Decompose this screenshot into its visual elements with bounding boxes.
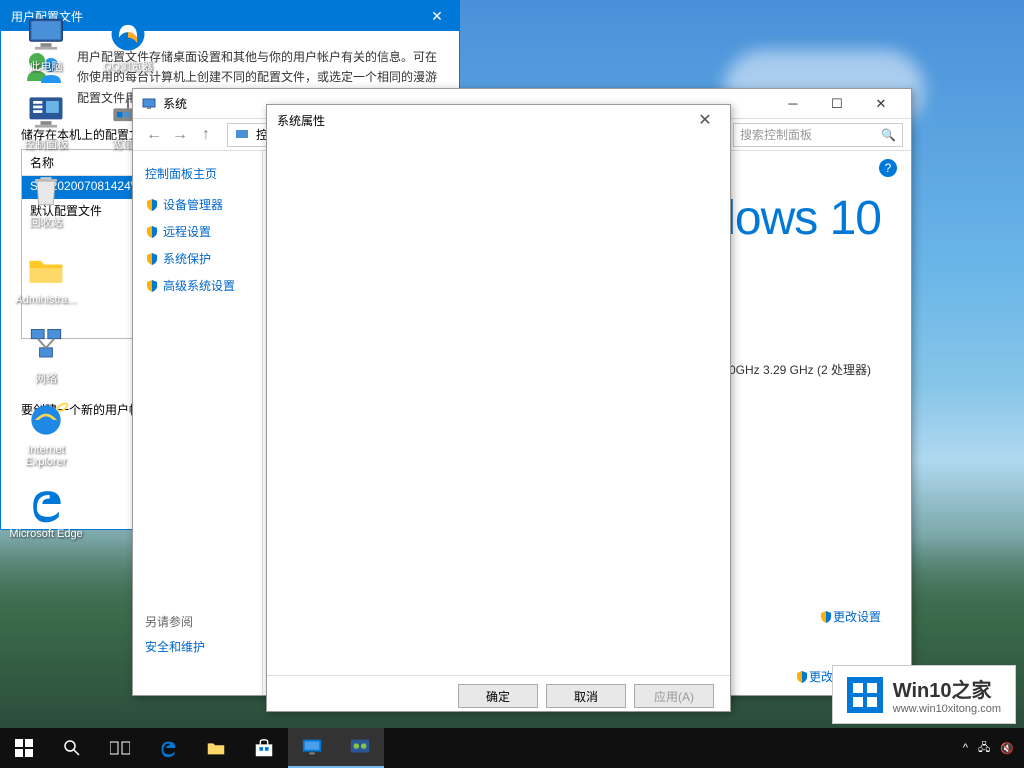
tray-volume-icon[interactable]: 🔇 <box>1000 742 1014 755</box>
desktop-icons-col1: 此电脑 控制面板 回收站 Administra... 网络 Internet E… <box>8 8 84 546</box>
desktop-label: 网络 <box>35 370 57 386</box>
watermark-logo-icon <box>847 677 883 713</box>
props-titlebar[interactable]: 系统属性 ✕ <box>267 105 730 135</box>
task-view-button[interactable] <box>96 728 144 768</box>
shield-icon <box>145 225 159 239</box>
system-tray[interactable]: ^ 🖧 🔇 <box>953 739 1024 758</box>
taskbar[interactable]: ^ 🖧 🔇 <box>0 728 1024 768</box>
desktop-label: QQ浏览器 <box>103 58 153 74</box>
desktop-label: Administra... <box>15 294 76 306</box>
desktop-icon-cp[interactable]: 控制面板 <box>8 86 84 156</box>
shield-icon <box>795 670 809 684</box>
desktop-label: Internet Explorer <box>8 444 84 468</box>
system-sidebar: 控制面板主页 设备管理器 远程设置 系统保护 高级系统设置 另请参阅 安全和维护 <box>133 151 263 695</box>
watermark-url: www.win10xitong.com <box>893 703 1001 715</box>
props-title-text: 系统属性 <box>277 112 325 129</box>
minimize-button[interactable]: ─ <box>771 90 815 118</box>
start-button[interactable] <box>0 728 48 768</box>
shield-icon <box>819 610 833 624</box>
watermark: Win10之家 www.win10xitong.com <box>832 665 1016 724</box>
link-device-manager[interactable]: 设备管理器 <box>145 196 250 213</box>
search-button[interactable] <box>48 728 96 768</box>
search-icon: 🔍 <box>881 128 896 142</box>
sidebar-header: 控制面板主页 <box>145 165 250 182</box>
props-cancel-button[interactable]: 取消 <box>546 684 626 708</box>
tray-chevron-icon[interactable]: ^ <box>963 742 968 754</box>
desktop-label: 此电脑 <box>30 58 63 74</box>
desktop-label: Microsoft Edge <box>9 528 82 540</box>
search-input[interactable]: 搜索控制面板 🔍 <box>733 123 903 147</box>
taskbar-store[interactable] <box>240 728 288 768</box>
desktop-icon-recycle[interactable]: 回收站 <box>8 164 84 234</box>
link-protection[interactable]: 系统保护 <box>145 250 250 267</box>
desktop-icon-network[interactable]: 网络 <box>8 320 84 390</box>
desktop-label: 控制面板 <box>24 136 68 152</box>
desktop-icon-pc[interactable]: 此电脑 <box>8 8 84 78</box>
taskbar-explorer[interactable] <box>192 728 240 768</box>
shield-icon <box>145 198 159 212</box>
nav-back[interactable]: ← <box>141 122 167 148</box>
also-see-label: 另请参阅 <box>145 613 205 630</box>
userprofiles-close-button[interactable]: ✕ <box>425 8 449 25</box>
link-change-settings[interactable]: 更改设置 <box>819 608 881 625</box>
link-security[interactable]: 安全和维护 <box>145 638 205 655</box>
close-button[interactable]: ✕ <box>859 90 903 118</box>
desktop-icon-ie[interactable]: Internet Explorer <box>8 398 84 468</box>
system-properties-window: 系统属性 ✕ 确定 取消 应用(A) <box>266 104 731 712</box>
shield-icon <box>145 279 159 293</box>
props-button-row: 确定 取消 应用(A) <box>267 675 730 716</box>
props-ok-button[interactable]: 确定 <box>458 684 538 708</box>
props-close-button[interactable]: ✕ <box>690 110 720 130</box>
desktop-icon-qq[interactable]: QQ浏览器 <box>90 8 166 78</box>
desktop-label: 回收站 <box>30 214 63 230</box>
props-apply-button[interactable]: 应用(A) <box>634 684 714 708</box>
nav-up[interactable]: ↑ <box>193 122 219 148</box>
link-advanced[interactable]: 高级系统设置 <box>145 277 250 294</box>
desktop-icon-admin[interactable]: Administra... <box>8 242 84 312</box>
maximize-button[interactable]: ☐ <box>815 90 859 118</box>
watermark-title: Win10之家 <box>893 674 1001 703</box>
windows10-logo: dows 10 <box>709 191 881 246</box>
taskbar-app[interactable] <box>336 728 384 768</box>
system-icon <box>141 96 157 112</box>
nav-forward[interactable]: → <box>167 122 193 148</box>
tray-network-icon[interactable]: 🖧 <box>978 739 990 758</box>
desktop-icon-edge[interactable]: Microsoft Edge <box>8 476 84 546</box>
shield-icon <box>145 252 159 266</box>
monitor-icon <box>234 127 250 143</box>
taskbar-edge[interactable] <box>144 728 192 768</box>
taskbar-system[interactable] <box>288 728 336 768</box>
link-remote[interactable]: 远程设置 <box>145 223 250 240</box>
